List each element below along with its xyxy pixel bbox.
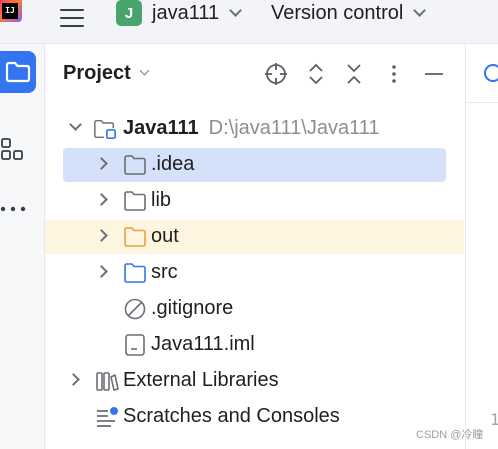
more-tools-button[interactable] [0, 202, 30, 216]
main-toolbar: IJ J java111 Version control [0, 0, 498, 44]
version-control-label: Version control [271, 1, 404, 24]
scratches-icon [97, 407, 118, 427]
chevron-right-icon[interactable] [95, 265, 108, 278]
tree-row-lib[interactable]: lib [45, 184, 464, 218]
project-badge: J [116, 0, 142, 26]
hide-panel-button[interactable] [422, 62, 446, 86]
tree-row-external-libraries[interactable]: External Libraries [45, 364, 464, 398]
select-opened-file-button[interactable] [264, 62, 288, 86]
tree-label: out [151, 225, 179, 247]
project-switcher[interactable]: J java111 [116, 0, 242, 26]
tree-label: lib [151, 189, 172, 211]
tree-label: .gitignore [151, 297, 234, 319]
chevron-right-icon[interactable] [95, 229, 108, 242]
line-number: 1 [490, 410, 498, 429]
tree-row-idea[interactable]: .idea [45, 148, 464, 182]
tree-label: Java111 D:\java111\Java111 [123, 117, 380, 139]
crosshair-icon [265, 63, 287, 85]
app-logo[interactable]: IJ [0, 0, 22, 22]
excluded-folder-icon [124, 227, 146, 247]
structure-icon [1, 138, 23, 160]
module-folder-icon [94, 119, 116, 140]
version-control-menu[interactable]: Version control [271, 0, 427, 26]
collapse-all-button[interactable] [342, 62, 366, 86]
project-panel-header: Project [45, 44, 464, 106]
editor-area: 1 [465, 44, 498, 449]
folder-icon [5, 61, 31, 83]
project-name: java111 [152, 1, 220, 24]
chevron-down-icon [139, 65, 150, 76]
app-logo-text: IJ [2, 3, 18, 19]
tree-row-iml[interactable]: Java111.iml [45, 328, 464, 362]
tree-row-gitignore[interactable]: .gitignore [45, 292, 464, 326]
tree-label: External Libraries [123, 369, 279, 391]
class-file-icon [484, 64, 498, 82]
tree-label: .idea [151, 153, 195, 175]
more-vertical-icon [392, 65, 396, 83]
structure-tool-button[interactable] [0, 138, 28, 166]
tree-row-out[interactable]: out [45, 220, 464, 254]
tree-row-scratches[interactable]: Scratches and Consoles [45, 400, 464, 434]
library-icon [96, 372, 119, 391]
project-panel: Project Java111 D:\java111\Java111 .idea… [45, 44, 464, 449]
expand-all-button[interactable] [304, 62, 328, 86]
tree-row-src[interactable]: src [45, 256, 464, 290]
project-path: D:\java111\Java111 [208, 117, 380, 139]
editor-tab[interactable] [466, 44, 498, 103]
tree-label: Scratches and Consoles [123, 405, 340, 427]
collapse-all-icon [347, 64, 361, 84]
chevron-right-icon[interactable] [95, 193, 108, 206]
folder-icon [124, 155, 146, 175]
more-horizontal-icon [0, 206, 26, 212]
tree-row-java111[interactable]: Java111 D:\java111\Java111 [45, 112, 464, 146]
chevron-down-icon[interactable] [69, 118, 82, 131]
options-button[interactable] [382, 62, 406, 86]
module-file-icon [125, 334, 145, 356]
selection-highlight [63, 148, 446, 182]
minimize-icon [425, 73, 443, 75]
folder-icon [124, 191, 146, 211]
main-menu-button[interactable] [60, 6, 84, 30]
source-folder-icon [124, 263, 146, 283]
tree-label: Java111.iml [151, 333, 255, 355]
project-tool-button[interactable] [0, 51, 36, 93]
panel-title: Project [63, 62, 131, 84]
chevron-down-icon [413, 3, 427, 17]
watermark: CSDN @冷瞳 [416, 429, 484, 441]
chevron-right-icon[interactable] [67, 373, 80, 386]
ignore-file-icon [124, 298, 146, 320]
chevron-down-icon [229, 3, 242, 17]
expand-all-icon [309, 63, 323, 85]
tree-label: src [151, 261, 178, 283]
tool-window-strip [0, 44, 45, 449]
project-view-selector[interactable]: Project [63, 62, 150, 85]
